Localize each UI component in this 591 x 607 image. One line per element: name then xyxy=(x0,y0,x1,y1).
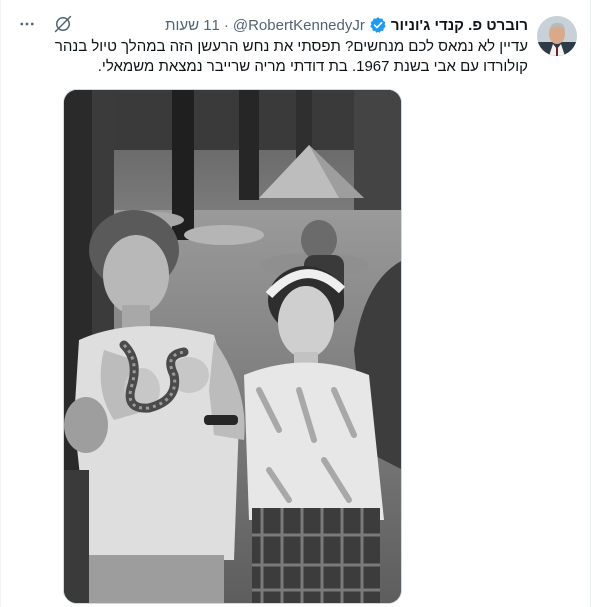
tweet-photo[interactable] xyxy=(63,89,402,604)
avatar-portrait-icon xyxy=(537,16,577,56)
verified-badge-icon[interactable] xyxy=(369,16,387,34)
tweet-text: עדיין לא נמאס לכם מנחשים? תפסתי את נחש ה… xyxy=(15,37,528,77)
tweet-text-line-1: עדיין לא נמאס לכם מנחשים? תפסתי את נחש ה… xyxy=(54,38,528,55)
tweet-timestamp[interactable]: 11 שעות xyxy=(165,17,220,34)
more-dots-icon[interactable] xyxy=(15,12,39,36)
avatar[interactable] xyxy=(537,16,577,56)
grok-icon[interactable] xyxy=(51,12,75,36)
tweet-text-line-2: קולורדו עם אבי בשנת 1967. בת דודתי מריה … xyxy=(97,58,528,75)
bw-photo-children-with-snake-icon xyxy=(64,90,401,603)
tweet-actions xyxy=(15,12,75,36)
display-name[interactable]: רוברט פ. קנדי ג'וניור xyxy=(391,17,528,34)
header-separator: · xyxy=(223,16,229,34)
user-handle[interactable]: @RobertKennedyJr xyxy=(233,17,365,34)
tweet-header: רוברט פ. קנדי ג'וניור @RobertKennedyJr ·… xyxy=(15,14,528,36)
tweet-card[interactable]: רוברט פ. קנדי ג'וניור @RobertKennedyJr ·… xyxy=(0,0,591,607)
